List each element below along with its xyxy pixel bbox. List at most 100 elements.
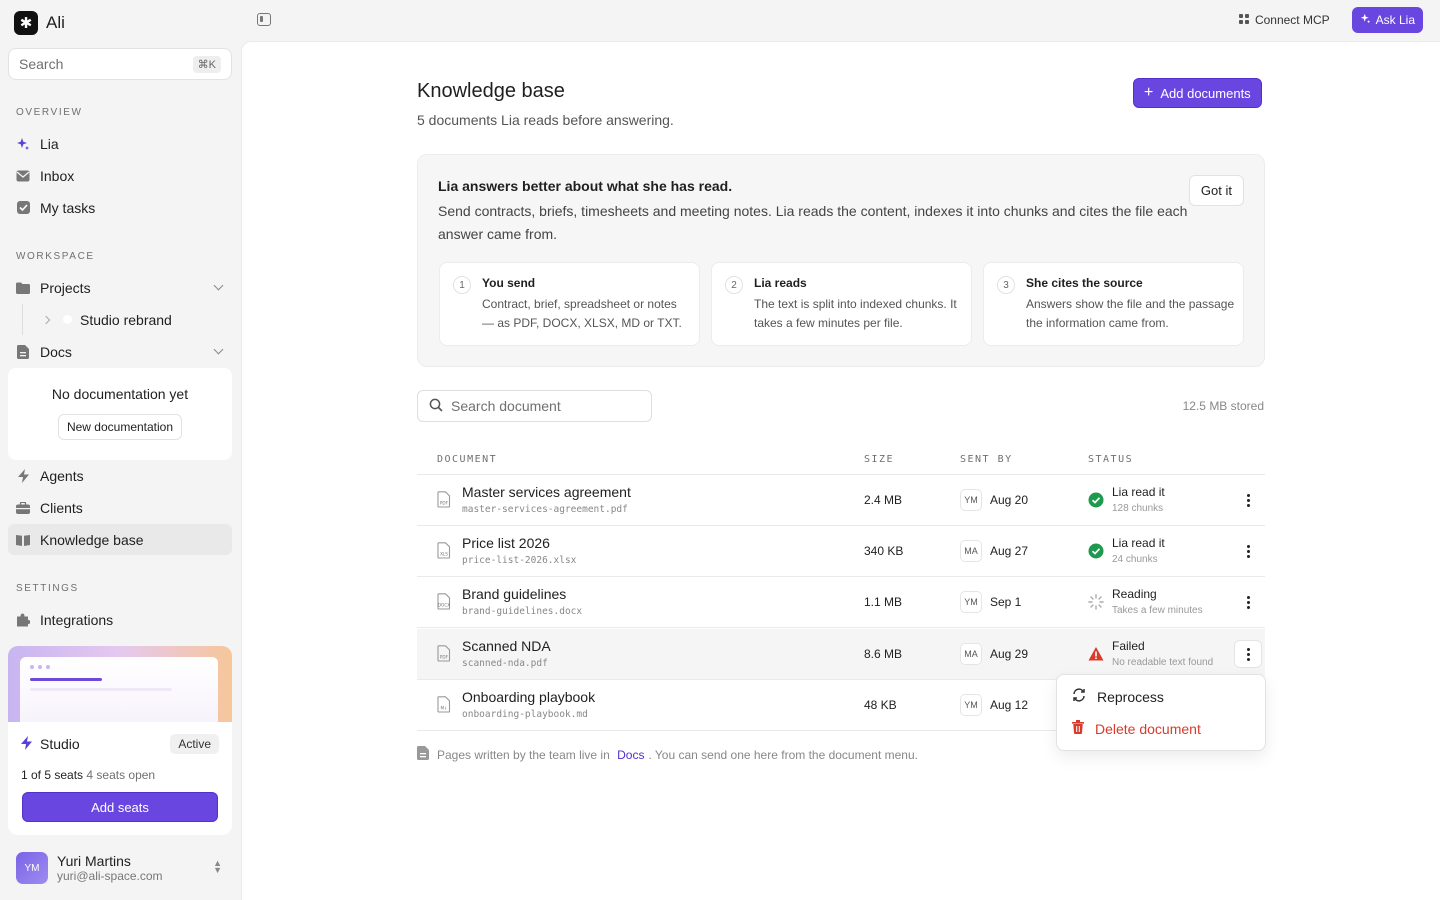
ali-logo-icon: ✱ bbox=[14, 11, 38, 35]
info-banner: Lia answers better about what she has re… bbox=[417, 154, 1265, 367]
sidebar-toggle-icon[interactable] bbox=[257, 13, 271, 26]
document-search-placeholder: Search document bbox=[451, 398, 561, 414]
document-name[interactable]: Brand guidelines bbox=[462, 586, 566, 602]
add-documents-label: Add documents bbox=[1160, 85, 1251, 101]
sidebar-item-inbox[interactable]: Inbox bbox=[8, 160, 232, 191]
ask-lia-label: Ask Lia bbox=[1375, 13, 1415, 27]
row-more-button[interactable] bbox=[1234, 588, 1262, 616]
plan-status-badge: Active bbox=[170, 734, 219, 754]
topbar-actions: Connect MCP Ask Lia bbox=[1238, 7, 1423, 33]
step-card: 2 Lia reads The text is split into index… bbox=[711, 262, 972, 346]
new-documentation-button[interactable]: New documentation bbox=[57, 414, 183, 440]
file-type-label: M↓ bbox=[440, 706, 447, 711]
document-search-input[interactable]: Search document bbox=[417, 390, 652, 422]
folder-icon bbox=[16, 281, 30, 295]
table-row[interactable]: XLS Price list 2026 price-list-2026.xlsx 34… bbox=[417, 526, 1265, 577]
row-more-button[interactable] bbox=[1234, 640, 1262, 668]
sidebar-item-agents[interactable]: Agents bbox=[8, 460, 232, 491]
sidebar-item-label: Inbox bbox=[40, 167, 75, 184]
sidebar-item-my-tasks[interactable]: My tasks bbox=[8, 192, 232, 223]
column-status: STATUS bbox=[1088, 454, 1134, 465]
row-more-button[interactable] bbox=[1234, 537, 1262, 565]
row-more-button[interactable] bbox=[1234, 486, 1262, 514]
markdown-file-icon: M↓ bbox=[437, 696, 451, 713]
add-documents-button[interactable]: + Add documents bbox=[1133, 78, 1262, 108]
document-name[interactable]: Onboarding playbook bbox=[462, 689, 595, 705]
step-description: Contract, brief, spreadsheet or notes — … bbox=[482, 297, 682, 330]
chevron-down-icon[interactable] bbox=[213, 344, 224, 355]
sidebar: ✱ Ali Search ⌘K OVERVIEW Lia Inbox My ta… bbox=[0, 0, 241, 900]
status-done-icon bbox=[1088, 543, 1104, 559]
sidebar-item-label: Docs bbox=[40, 343, 72, 360]
sidebar-item-docs[interactable]: Docs bbox=[8, 336, 232, 367]
sparkle-icon bbox=[16, 137, 30, 151]
document-size: 1.1 MB bbox=[864, 595, 903, 609]
status-label: Reading bbox=[1112, 587, 1157, 601]
add-seats-button[interactable]: Add seats bbox=[22, 792, 218, 822]
chevron-up-down-icon: ▲ ▼ bbox=[213, 858, 222, 875]
sender-avatar: YM bbox=[960, 694, 982, 716]
document-name[interactable]: Master services agreement bbox=[462, 484, 631, 500]
table-row[interactable]: PDF Scanned NDA scanned-nda.pdf 8.6 MB MA Aug… bbox=[417, 629, 1265, 680]
document-filename: price-list-2026.xlsx bbox=[462, 555, 577, 566]
delete-document-label: Delete document bbox=[1095, 720, 1201, 737]
sidebar-item-projects[interactable]: Projects bbox=[8, 272, 232, 303]
section-workspace: WORKSPACE bbox=[16, 251, 95, 262]
column-sent-by: SENT BY bbox=[960, 454, 1013, 465]
ask-lia-button[interactable]: Ask Lia bbox=[1351, 7, 1423, 33]
step-number: 1 bbox=[453, 276, 471, 294]
brand[interactable]: ✱ Ali bbox=[14, 11, 65, 35]
document-name[interactable]: Price list 2026 bbox=[462, 535, 550, 551]
footer-text: Pages written by the team live in bbox=[437, 747, 610, 762]
trash-icon bbox=[1072, 720, 1084, 737]
sidebar-item-clients[interactable]: Clients bbox=[8, 492, 232, 523]
project-color-dot bbox=[63, 315, 72, 324]
more-vertical-icon bbox=[1246, 544, 1250, 558]
plan-name: Studio bbox=[40, 736, 80, 752]
sidebar-item-label: Integrations bbox=[40, 611, 114, 628]
docs-empty-state: No documentation yet New documentation bbox=[8, 368, 232, 460]
sidebar-item-integrations[interactable]: Integrations bbox=[8, 604, 232, 635]
connect-mcp-label: Connect MCP bbox=[1254, 13, 1330, 27]
sidebar-item-label: Lia bbox=[40, 135, 59, 152]
file-icon: PDF bbox=[437, 645, 451, 662]
search-placeholder: Search bbox=[19, 56, 64, 72]
status-detail: Takes a few minutes bbox=[1112, 605, 1203, 616]
more-vertical-icon bbox=[1246, 647, 1250, 661]
delete-document-menu-item[interactable]: Delete document bbox=[1072, 720, 1201, 737]
avatar: YM bbox=[16, 852, 48, 884]
connect-mcp-button[interactable]: Connect MCP bbox=[1238, 13, 1330, 27]
sent-date: Aug 20 bbox=[990, 493, 1029, 507]
sidebar-item-studio-rebrand[interactable]: Studio rebrand bbox=[22, 304, 232, 335]
table-row[interactable]: PDF Master services agreement master-servi… bbox=[417, 475, 1265, 526]
sidebar-item-label: Projects bbox=[40, 279, 91, 296]
got-it-button[interactable]: Got it bbox=[1188, 175, 1244, 206]
sidebar-item-knowledge-base[interactable]: Knowledge base bbox=[8, 524, 232, 555]
user-menu[interactable]: YM Yuri Martins yuri@ali-space.com ▲ ▼ bbox=[16, 852, 226, 884]
document-size: 48 KB bbox=[864, 698, 897, 712]
reprocess-menu-item[interactable]: Reprocess bbox=[1072, 688, 1164, 705]
step-description: Answers show the file and the passage th… bbox=[1026, 297, 1235, 330]
document-size: 8.6 MB bbox=[864, 647, 903, 661]
step-card: 3 She cites the source Answers show the … bbox=[983, 262, 1244, 346]
chevron-right-icon[interactable] bbox=[41, 315, 51, 324]
step-title: She cites the source bbox=[1026, 276, 1143, 290]
sent-date: Aug 27 bbox=[990, 544, 1029, 558]
sidebar-item-lia[interactable]: Lia bbox=[8, 128, 232, 159]
more-vertical-icon bbox=[1246, 595, 1250, 609]
table-row[interactable]: DOCX Brand guidelines brand-guidelines.doc… bbox=[417, 577, 1265, 628]
docs-link[interactable]: Docs bbox=[617, 748, 644, 762]
user-name: Yuri Martins bbox=[57, 853, 131, 869]
chevron-down-icon[interactable] bbox=[213, 280, 224, 291]
sidebar-search-input[interactable]: Search ⌘K bbox=[8, 48, 232, 80]
status-detail: 24 chunks bbox=[1112, 554, 1158, 565]
seats-open: 4 seats open bbox=[86, 768, 156, 782]
sent-date: Sep 1 bbox=[990, 595, 1022, 609]
status-label: Lia read it bbox=[1112, 536, 1165, 550]
document-icon bbox=[417, 746, 429, 763]
sidebar-item-label: Agents bbox=[40, 467, 84, 484]
file-type-label: XLS bbox=[440, 552, 448, 557]
document-name[interactable]: Scanned NDA bbox=[462, 638, 551, 654]
sent-date: Aug 29 bbox=[990, 647, 1029, 661]
seats-used: 1 of 5 seats bbox=[21, 768, 84, 782]
